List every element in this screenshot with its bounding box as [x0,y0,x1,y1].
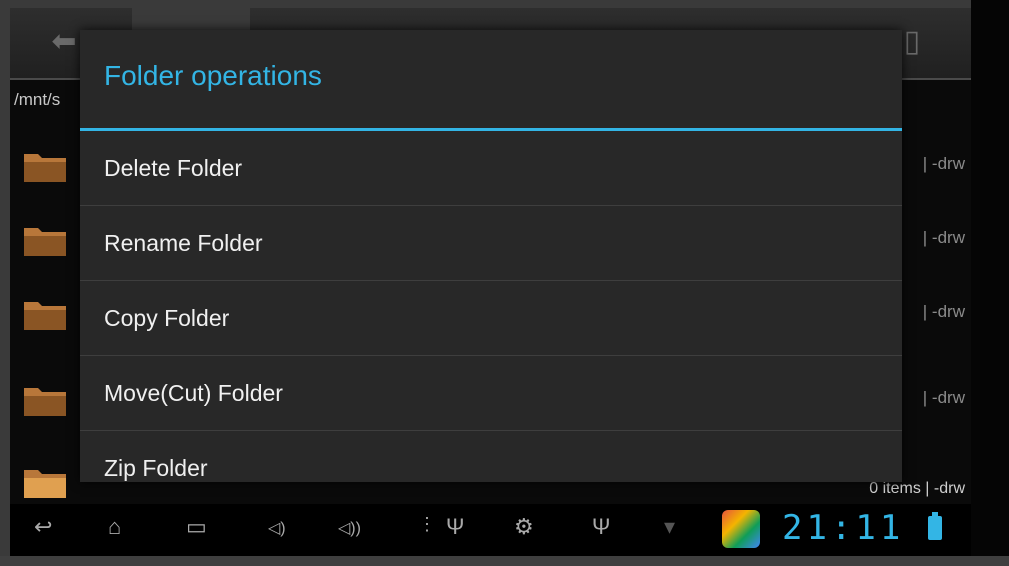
usb-icon: Ψ [446,514,465,539]
clock: 21:11 [782,508,905,548]
current-path: /mnt/s [14,90,61,109]
battery-icon [928,512,942,540]
folder-operations-dialog: Folder operations Delete Folder Rename F… [80,30,902,482]
device-bezel [971,0,1009,566]
back-arrow-icon[interactable]: ⬅ [44,22,84,62]
option-label: Copy Folder [104,305,230,331]
dialog-title: Folder operations [104,60,322,91]
volume-down-icon[interactable]: ◁) [268,518,286,538]
option-label: Delete Folder [104,155,243,181]
usb-connected-icon: Ψ [592,514,611,539]
recent-apps-icon[interactable]: ▭ [186,514,207,540]
system-bar: ↩ ⌂ ▭ ◁) ◁)) ⋮ Ψ ⚙ Ψ ▾ 21:11 [10,504,971,556]
move-folder-option[interactable]: Move(Cut) Folder [80,356,902,431]
wifi-icon: ▾ [664,514,676,539]
option-label: Zip Folder [104,455,208,481]
device-bezel-bottom [0,556,1009,566]
row-permissions: | -drw [922,228,965,247]
row-permissions: | -drw [922,154,965,173]
tablet-screen: ⬅ ▯ /mnt/s | -drw | -drw | -drw | -drw 0… [10,8,971,556]
folder-icon [24,302,66,330]
android-debug-icon: ⚙ [514,514,534,539]
folder-icon [24,228,66,256]
operations-list: Delete Folder Rename Folder Copy Folder … [80,131,902,482]
folder-icon [24,388,66,416]
copy-folder-option[interactable]: Copy Folder [80,281,902,356]
rename-folder-option[interactable]: Rename Folder [80,206,902,281]
delete-folder-option[interactable]: Delete Folder [80,131,902,206]
row-permissions: | -drw [922,388,965,407]
folder-icon [24,470,66,498]
back-icon[interactable]: ↩ [34,514,52,540]
app-notification-icon[interactable] [722,510,760,548]
volume-up-icon[interactable]: ◁)) [338,518,361,538]
zip-folder-option[interactable]: Zip Folder [80,431,902,482]
option-label: Move(Cut) Folder [104,380,283,406]
row-permissions: | -drw [922,302,965,321]
option-label: Rename Folder [104,230,263,256]
home-icon[interactable]: ⌂ [108,514,121,540]
folder-icon [24,154,66,182]
items-count: 0 items | -drw [869,480,965,497]
menu-icon[interactable]: ⋮ [418,514,436,535]
